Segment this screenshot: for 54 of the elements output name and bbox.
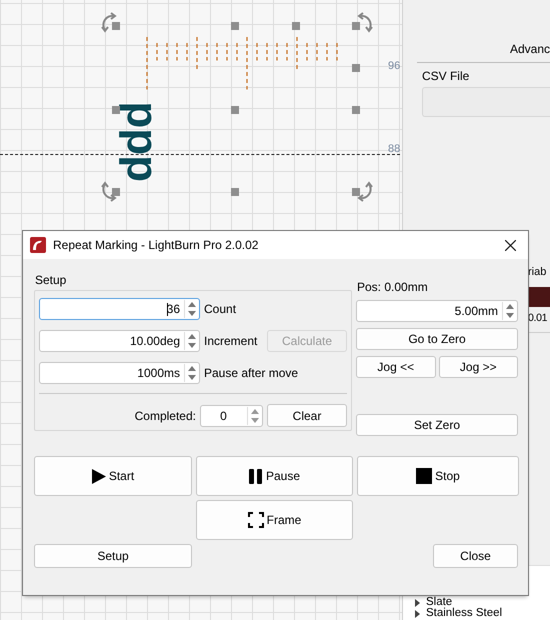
csv-file-field[interactable] <box>422 87 550 117</box>
selection-handle[interactable] <box>231 106 239 114</box>
selection-handle[interactable] <box>112 106 120 114</box>
spin-field[interactable]: 5.00mm <box>356 300 518 322</box>
selection-handle[interactable] <box>112 188 120 196</box>
selection-handle[interactable] <box>292 22 300 30</box>
spinner-arrows-icon[interactable] <box>247 406 262 424</box>
frame-icon <box>248 512 264 528</box>
pause-button[interactable]: Pause <box>196 456 353 496</box>
set-zero-button[interactable]: Set Zero <box>356 414 518 436</box>
stop-button[interactable]: Stop <box>357 456 519 496</box>
stop-icon <box>416 468 432 484</box>
clear-button[interactable]: Clear <box>267 404 347 427</box>
selection-handle[interactable] <box>231 22 239 30</box>
jog-back-button[interactable]: Jog << <box>356 356 436 378</box>
column-header: riab <box>528 266 548 278</box>
spinner-arrows-icon[interactable] <box>502 302 517 320</box>
ruler-label: 96 <box>388 60 400 72</box>
selection-handle[interactable] <box>112 22 120 30</box>
selection-handle[interactable] <box>352 188 360 196</box>
selection-handle[interactable] <box>231 188 239 196</box>
window-title: Repeat Marking - LightBurn Pro 2.0.02 <box>53 238 260 252</box>
field-label: Count <box>204 302 236 316</box>
ruler-label: 88 <box>388 143 400 155</box>
text-object[interactable]: ddd <box>115 102 159 182</box>
spin-field[interactable]: 36 <box>39 298 200 320</box>
selected-row[interactable] <box>528 287 550 307</box>
jog-forward-button[interactable]: Jog >> <box>438 356 518 378</box>
selection-handle[interactable] <box>352 106 360 114</box>
tree-item[interactable]: Stainless Steel <box>426 608 502 619</box>
pause-icon <box>248 468 263 484</box>
spin-field[interactable]: 1000ms <box>39 362 200 384</box>
spinner-arrows-icon[interactable] <box>184 364 199 382</box>
go-to-zero-button[interactable]: Go to Zero <box>356 328 518 350</box>
field-label: CSV File <box>422 69 470 83</box>
position-label: Pos: 0.00mm <box>357 280 429 294</box>
spinner-arrows-icon[interactable] <box>184 300 199 318</box>
group-title: Setup <box>35 273 68 289</box>
play-icon <box>92 468 106 484</box>
field-label: Completed: <box>134 408 196 422</box>
spinner-arrows-icon[interactable] <box>184 332 199 350</box>
field-label: Pause after move <box>204 366 298 380</box>
selection-handle[interactable] <box>352 22 360 30</box>
close-button[interactable]: Close <box>433 544 518 568</box>
tree-item[interactable]: Slate <box>426 597 452 608</box>
field-label: Increment <box>204 334 258 348</box>
tab[interactable]: Advanc <box>510 42 550 62</box>
app-logo-icon <box>30 237 46 253</box>
frame-button[interactable]: Frame <box>196 500 353 540</box>
spin-field[interactable]: 10.00deg <box>39 330 200 352</box>
selection-handle[interactable] <box>352 64 360 72</box>
start-button[interactable]: Start <box>34 456 192 496</box>
spin-field[interactable]: 0 <box>200 404 263 426</box>
setup-button[interactable]: Setup <box>34 544 192 568</box>
